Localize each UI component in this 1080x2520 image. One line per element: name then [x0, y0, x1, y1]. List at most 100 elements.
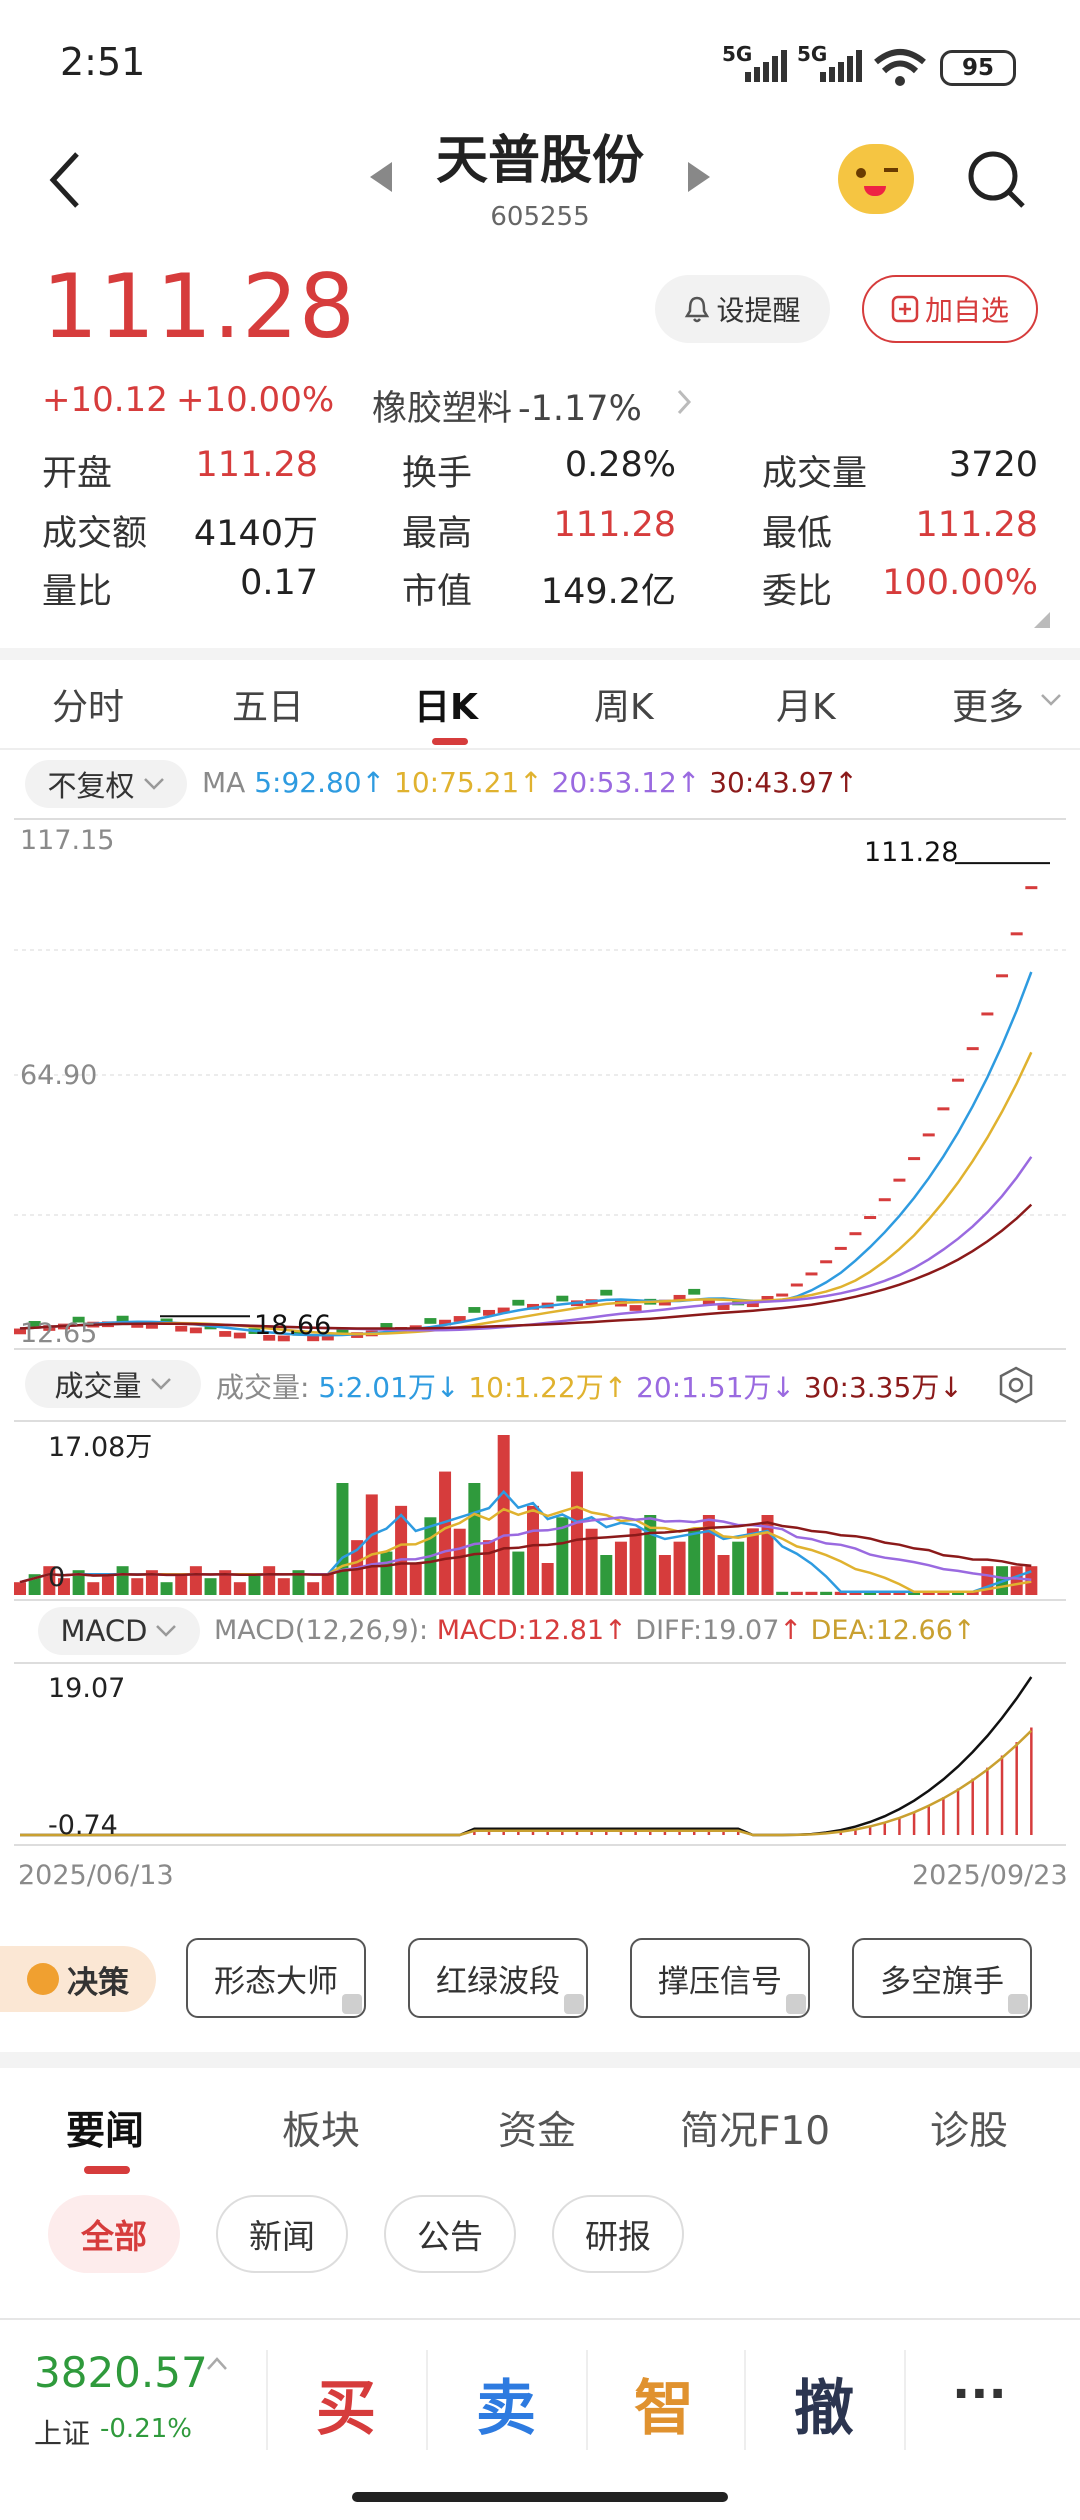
cancel-order-button[interactable]: 撤 — [774, 2360, 874, 2447]
dea-value: DEA:12.66 — [810, 1615, 953, 1646]
settings-hex-icon[interactable] — [996, 1365, 1036, 1405]
expand-corner-icon[interactable] — [1034, 612, 1050, 628]
stat-value: 111.28 — [195, 445, 318, 485]
next-stock-icon[interactable] — [686, 160, 712, 194]
date-end-label: 2025/09/23 — [912, 1860, 1068, 1891]
tab-funds[interactable]: 资金 — [498, 2100, 576, 2156]
macd-value: MACD:12.81 — [436, 1615, 605, 1646]
tool-support-resistance[interactable]: 撑压信号 — [630, 1938, 810, 2018]
chevron-down-icon — [156, 1625, 177, 1637]
volume-bar — [116, 1566, 129, 1595]
tab-monthly-k[interactable]: 月K — [776, 678, 836, 730]
back-icon[interactable] — [45, 150, 85, 210]
volume-bar — [820, 1591, 833, 1595]
tool-long-short-flag[interactable]: 多空旗手 — [852, 1938, 1032, 2018]
kline-candle — [233, 1332, 246, 1339]
volume-bar — [776, 1591, 789, 1595]
volume-indicator-label: 成交量 — [54, 1369, 142, 1403]
decision-label: 决策 — [67, 1964, 129, 2001]
volume-bar — [746, 1528, 759, 1595]
smart-button[interactable]: 智 — [614, 2360, 714, 2447]
vol20-value: 20:1.51万 — [636, 1371, 772, 1404]
kline-chart[interactable] — [0, 815, 1080, 1895]
volume-bar — [658, 1555, 671, 1595]
volume-bar — [512, 1551, 525, 1595]
volume-bar — [87, 1582, 100, 1595]
tool-red-green-band[interactable]: 红绿波段 — [408, 1938, 588, 2018]
stat-value: 0.17 — [240, 563, 318, 603]
volume-bar — [307, 1582, 320, 1595]
stat-label: 市值 — [402, 572, 473, 612]
bell-icon — [685, 296, 710, 323]
stat-label: 换手 — [402, 454, 473, 494]
tab-five-day[interactable]: 五日 — [232, 678, 304, 730]
diff-line — [20, 1676, 1033, 1837]
date-start-label: 2025/06/13 — [18, 1860, 174, 1891]
filter-research[interactable]: 研报 — [552, 2195, 684, 2273]
plus-square-icon — [891, 295, 919, 323]
macd-indicator-label: MACD — [60, 1614, 148, 1648]
volume-bar — [160, 1582, 173, 1595]
volume-bar — [570, 1471, 583, 1595]
tab-headlines[interactable]: 要闻 — [66, 2100, 144, 2156]
stat-value: 111.28 — [915, 505, 1038, 545]
adjust-dropdown[interactable]: 不复权 — [25, 760, 187, 808]
macd-indicator-dropdown[interactable]: MACD — [38, 1607, 200, 1655]
tab-diagnosis[interactable]: 诊股 — [930, 2100, 1008, 2156]
stock-code: 605255 — [490, 202, 590, 232]
filter-all[interactable]: 全部 — [48, 2195, 180, 2273]
chevron-down-icon — [1041, 694, 1061, 706]
buy-button[interactable]: 买 — [296, 2360, 396, 2447]
mascot-icon[interactable] — [838, 144, 914, 214]
index-value[interactable]: 3820.57 — [34, 2348, 208, 2397]
volume-bar — [321, 1574, 334, 1595]
tool-pattern-master[interactable]: 形态大师 — [186, 1938, 366, 2018]
tab-more[interactable]: 更多 — [952, 678, 1024, 730]
sector-link[interactable]: 橡胶塑料 -1.17% — [372, 380, 642, 431]
ma10-value: 10:75.21 — [394, 766, 520, 799]
tab-sector[interactable]: 板块 — [282, 2100, 360, 2156]
search-icon[interactable] — [965, 148, 1029, 212]
volume-bar — [189, 1566, 202, 1595]
stat-value: 100.00% — [882, 563, 1038, 603]
tab-weekly-k[interactable]: 周K — [594, 678, 654, 730]
volume-bar — [497, 1435, 510, 1595]
macd-y-top-label: 19.07 — [48, 1673, 126, 1704]
high-price-label: 111.28 — [864, 837, 959, 868]
volume-y-bottom-label: 0 — [48, 1562, 66, 1593]
add-watchlist-button[interactable]: 加自选 — [862, 275, 1038, 343]
bottom-bar: 3820.57 上证 -0.21% 买 卖 智 撤 ··· — [0, 2320, 1080, 2520]
stock-name: 天普股份 — [435, 131, 644, 191]
set-alert-button[interactable]: 设提醒 — [655, 275, 830, 343]
set-alert-label: 设提醒 — [716, 294, 801, 327]
tab-daily-k[interactable]: 日K — [414, 678, 478, 730]
sell-button[interactable]: 卖 — [456, 2360, 556, 2447]
tab-fenshi[interactable]: 分时 — [52, 678, 124, 730]
decision-icon — [27, 1963, 59, 1995]
section-divider — [0, 2052, 1080, 2068]
stat-label: 最低 — [762, 514, 833, 554]
index-name: 上证 — [34, 2417, 91, 2450]
volume-bar — [263, 1566, 276, 1595]
kline-candle — [219, 1331, 232, 1337]
stat-value: 0.28% — [564, 445, 676, 485]
volume-bar — [468, 1483, 481, 1595]
filter-announcement[interactable]: 公告 — [384, 2195, 516, 2273]
volume-bar — [365, 1494, 378, 1595]
adjust-label: 不复权 — [47, 769, 135, 803]
y-axis-bottom-label: 12.65 — [20, 1318, 98, 1349]
volume-bar — [732, 1541, 745, 1595]
decision-badge[interactable]: 决策 — [0, 1946, 156, 2012]
tab-f10[interactable]: 简况F10 — [680, 2100, 830, 2156]
sector-pct: -1.17% — [518, 389, 642, 429]
kline-candle — [189, 1327, 202, 1334]
volume-indicator-dropdown[interactable]: 成交量 — [25, 1360, 201, 1408]
stat-value: 111.28 — [553, 505, 676, 545]
wifi-icon — [874, 49, 926, 86]
more-button[interactable]: ··· — [952, 2366, 1007, 2422]
volume-bar — [688, 1528, 701, 1595]
volume-bar — [1010, 1566, 1023, 1595]
filter-news[interactable]: 新闻 — [216, 2195, 348, 2273]
volume-bar — [248, 1574, 261, 1595]
volume-bar — [805, 1591, 818, 1595]
